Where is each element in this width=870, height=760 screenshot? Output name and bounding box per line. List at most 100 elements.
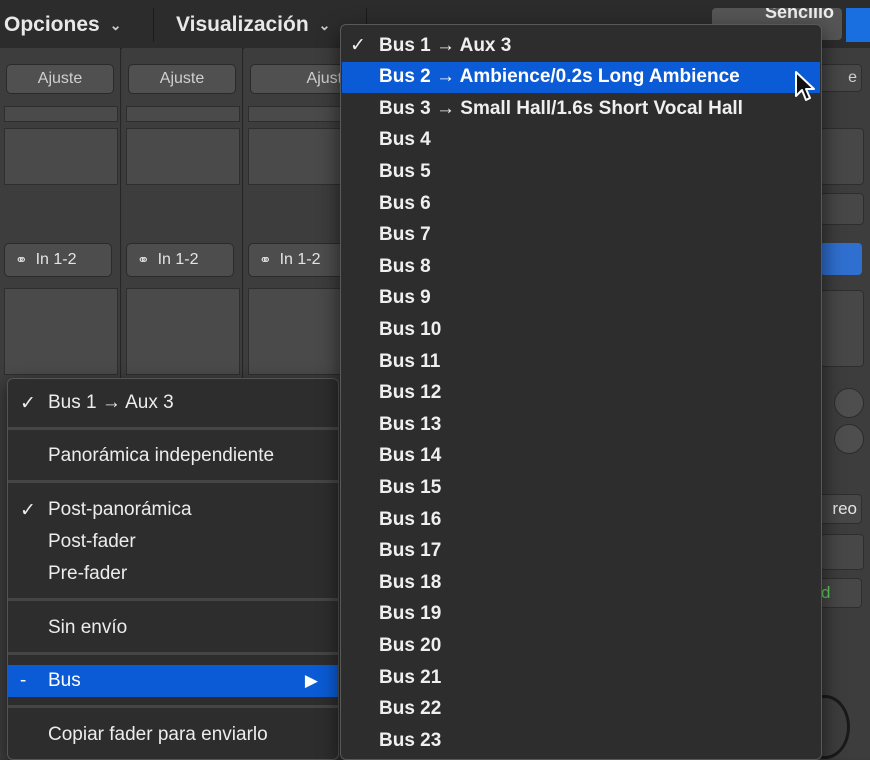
submenu-arrow-icon: ▶ bbox=[304, 671, 318, 690]
midi-fx-slot[interactable] bbox=[820, 128, 864, 185]
menu-item-post-pan[interactable]: ✓ Post-panorámica bbox=[8, 494, 338, 526]
menu-separator bbox=[8, 705, 338, 708]
bus-menu-item-label: Bus 2 → Ambience/0.2s Long Ambience bbox=[379, 66, 740, 88]
bus-menu-item[interactable]: Bus 23 bbox=[342, 725, 820, 756]
menu-item-bus[interactable]: - Bus ▶ bbox=[8, 665, 338, 697]
menu-item-label: Pre-fader bbox=[48, 563, 128, 584]
automation-button[interactable]: d bbox=[816, 578, 862, 608]
bus-menu-item[interactable]: Bus 3 → Small Hall/1.6s Short Vocal Hall bbox=[342, 93, 820, 124]
bus-menu-item[interactable]: Bus 10 bbox=[342, 314, 820, 345]
bus-submenu: ✓ Bus 1 → Aux 3 Bus 2 → Ambience/0.2s Long… bbox=[340, 24, 822, 760]
bus-menu-item-label: Bus 11 bbox=[379, 350, 441, 372]
options-label: Opciones bbox=[4, 13, 100, 36]
chevron-down-icon: ⌄ bbox=[109, 16, 122, 33]
bus-menu-item-label: Bus 1 → Aux 3 bbox=[379, 34, 512, 56]
input-button[interactable]: ⚭ In 1-2 bbox=[126, 243, 234, 277]
bus-menu-item-label: Bus 12 bbox=[379, 382, 442, 404]
bus-menu-item[interactable]: Bus 15 bbox=[342, 472, 820, 503]
menu-item-label: Sin envío bbox=[48, 617, 128, 638]
instrument-slot[interactable] bbox=[820, 193, 864, 225]
group-slot[interactable] bbox=[820, 534, 864, 570]
menu-separator bbox=[8, 598, 338, 601]
send-knob[interactable] bbox=[834, 424, 864, 454]
bus-menu-item-label: Bus 13 bbox=[379, 413, 442, 435]
bus-menu-item-label: Bus 8 bbox=[379, 255, 431, 277]
menu-item-label: Bus bbox=[48, 670, 81, 691]
view-menu[interactable]: Visualización ⌄ bbox=[176, 8, 330, 42]
audio-fx-slot[interactable] bbox=[820, 290, 864, 367]
bus-menu-item[interactable]: Bus 20 bbox=[342, 630, 820, 661]
bus-menu-item[interactable]: Bus 9 bbox=[342, 283, 820, 314]
input-label: In 1-2 bbox=[35, 251, 77, 268]
menu-separator bbox=[8, 480, 338, 483]
checkmark-icon: ✓ bbox=[20, 499, 36, 521]
bus-menu-item-label: Bus 7 bbox=[379, 224, 431, 246]
bus-menu-item-label: Bus 20 bbox=[379, 634, 442, 656]
view-label: Visualización bbox=[176, 13, 309, 36]
chevron-down-icon: ⌄ bbox=[318, 16, 331, 33]
midi-fx-slot[interactable] bbox=[126, 128, 240, 185]
setting-label: e bbox=[848, 69, 857, 86]
bus-menu-item[interactable]: Bus 19 bbox=[342, 599, 820, 630]
toolbar-divider bbox=[153, 8, 154, 42]
setting-button[interactable]: Ajuste bbox=[128, 64, 236, 94]
menu-item-current-send[interactable]: ✓ Bus 1 → Aux 3 bbox=[8, 387, 338, 419]
bus-menu-item[interactable]: Bus 21 bbox=[342, 662, 820, 693]
bus-menu-item-label: Bus 16 bbox=[379, 508, 442, 530]
bus-menu-item[interactable]: Bus 18 bbox=[342, 567, 820, 598]
stereo-link-icon: ⚭ bbox=[15, 252, 28, 269]
bus-menu-item[interactable]: Bus 22 bbox=[342, 694, 820, 725]
dash-marker: - bbox=[20, 670, 27, 691]
setting-button[interactable]: Ajuste bbox=[6, 64, 114, 94]
input-button-active[interactable] bbox=[820, 243, 862, 275]
eq-slot[interactable] bbox=[4, 106, 118, 122]
bus-menu-item-label: Bus 6 bbox=[379, 192, 431, 214]
bus-menu-item-label: Bus 22 bbox=[379, 698, 442, 720]
mouse-pointer-icon bbox=[795, 71, 815, 101]
bus-menu-item-label: Bus 17 bbox=[379, 540, 442, 562]
bus-menu-item[interactable]: Bus 14 bbox=[342, 441, 820, 472]
input-button[interactable]: ⚭ In 1-2 bbox=[4, 243, 112, 277]
menu-item-copy-fader[interactable]: Copiar fader para enviarlo bbox=[8, 719, 338, 751]
midi-fx-slot[interactable] bbox=[4, 128, 118, 185]
bus-menu-item[interactable]: Bus 4 bbox=[342, 125, 820, 156]
bus-menu-item[interactable]: Bus 11 bbox=[342, 346, 820, 377]
bus-menu-item[interactable]: Bus 16 bbox=[342, 504, 820, 535]
stereo-link-icon: ⚭ bbox=[259, 252, 272, 269]
output-label: reo bbox=[832, 499, 857, 518]
automation-label: d bbox=[821, 583, 831, 602]
bus-menu-item[interactable]: Bus 7 bbox=[342, 220, 820, 251]
bus-menu-item[interactable]: Bus 8 bbox=[342, 251, 820, 282]
menu-item-pre-fader[interactable]: Pre-fader bbox=[8, 558, 338, 590]
bus-menu-item[interactable]: Bus 17 bbox=[342, 536, 820, 567]
bus-menu-item[interactable]: ✓ Bus 1 → Aux 3 bbox=[342, 30, 820, 61]
simple-view-label: Sencillo bbox=[764, 8, 834, 22]
setting-label: Ajuste bbox=[37, 70, 83, 87]
menu-item-no-send[interactable]: Sin envío bbox=[8, 612, 338, 644]
bus-menu-item-label: Bus 5 bbox=[379, 160, 431, 182]
accent-button[interactable] bbox=[846, 8, 870, 42]
checkmark-icon: ✓ bbox=[20, 392, 36, 414]
bus-menu-item[interactable]: Bus 13 bbox=[342, 409, 820, 440]
send-knob[interactable] bbox=[834, 388, 864, 418]
bus-menu-item-label: Bus 14 bbox=[379, 445, 442, 467]
menu-item-label: Panorámica independiente bbox=[48, 445, 275, 466]
bus-menu-item[interactable]: Bus 5 bbox=[342, 156, 820, 187]
bus-menu-item[interactable]: Bus 12 bbox=[342, 378, 820, 409]
audio-fx-slot[interactable] bbox=[4, 288, 118, 375]
bus-menu-item[interactable]: Bus 2 → Ambience/0.2s Long Ambience bbox=[342, 61, 820, 93]
bus-menu-item-label: Bus 15 bbox=[379, 476, 442, 498]
bus-menu-item-label: Bus 9 bbox=[379, 287, 431, 309]
bus-menu-item-label: Bus 19 bbox=[379, 603, 442, 625]
audio-fx-slot[interactable] bbox=[126, 288, 240, 375]
bus-menu-item-label: Bus 18 bbox=[379, 571, 442, 593]
menu-item-label: Copiar fader para enviarlo bbox=[48, 724, 268, 745]
menu-item-post-fader[interactable]: Post-fader bbox=[8, 526, 338, 558]
bus-menu-item-label: Bus 23 bbox=[379, 729, 442, 751]
input-label: In 1-2 bbox=[279, 251, 321, 268]
menu-item-independent-pan[interactable]: Panorámica independiente bbox=[8, 440, 338, 472]
eq-slot[interactable] bbox=[126, 106, 240, 122]
options-menu[interactable]: Opciones ⌄ bbox=[4, 8, 121, 42]
bus-menu-item[interactable]: Bus 6 bbox=[342, 188, 820, 219]
checkmark-icon: ✓ bbox=[350, 35, 366, 56]
